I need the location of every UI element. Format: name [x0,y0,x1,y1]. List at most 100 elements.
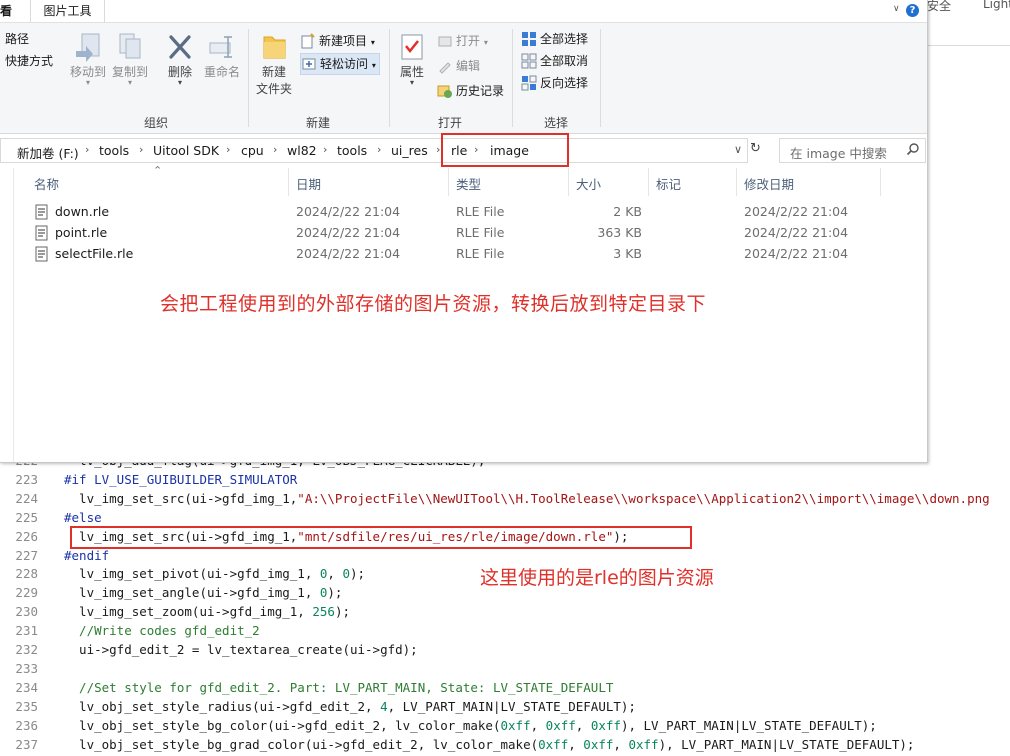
rename-button[interactable]: 重命名 [202,31,242,80]
navigation-pane[interactable] [0,168,14,462]
copy-to-icon [119,33,141,59]
code-token: ui->gfd_edit_2 = lv_textarea_create(ui->… [64,642,418,657]
breadcrumb-wl82[interactable]: wl82 [287,143,317,158]
column-divider[interactable] [288,168,289,196]
background-label-light[interactable]: Light [983,0,1010,11]
code-token: , LV_PART_MAIN|LV_STATE_DEFAULT); [387,698,636,714]
new-folder-label-1: 新建 [261,65,286,79]
chevron-right-icon[interactable]: › [85,143,89,156]
chevron-down-icon[interactable]: ∨ [893,4,903,14]
code-line[interactable]: 235 lv_obj_set_style_radius(ui->gfd_edit… [0,697,1010,716]
file-icon [35,225,48,241]
properties-button[interactable]: 属性 ▾ [394,31,430,87]
new-item-icon [300,32,316,49]
edit-label: 编辑 [456,59,481,73]
delete-button[interactable]: 删除 ▾ [162,31,198,87]
line-number: 230 [15,604,38,620]
column-name[interactable]: 名称 [34,174,59,193]
breadcrumb-tools[interactable]: tools [99,143,129,158]
background-label-security[interactable]: 安全 [927,0,951,14]
breadcrumb-cpu[interactable]: cpu [241,143,264,158]
code-line[interactable]: 237 lv_obj_set_style_bg_grad_color(ui->g… [0,735,1010,754]
chevron-right-icon[interactable]: › [273,143,277,156]
easy-access-label: 轻松访问 [320,57,369,71]
code-token: 0 [342,566,350,582]
ribbon-tab-bar: 看 图片工具 ∨ ? [0,0,927,23]
file-row[interactable]: down.rle 2024/2/22 21:04 RLE File 2 KB 2… [30,202,910,223]
chevron-right-icon[interactable]: › [436,143,440,156]
column-divider[interactable] [880,168,881,196]
breadcrumb-ui-res[interactable]: ui_res [391,143,428,158]
new-item-button[interactable]: 新建项目 ▾ [300,31,375,51]
breadcrumb-tools-2[interactable]: tools [337,143,367,158]
file-type: RLE File [456,204,505,219]
code-line[interactable]: 231 //Write codes gfd_edit_2 [0,621,1010,640]
edit-button[interactable]: 编辑 [437,56,480,76]
chevron-right-icon[interactable]: › [323,143,327,156]
refresh-icon[interactable]: ↻ [750,141,761,156]
column-date[interactable]: 日期 [296,174,321,193]
search-box[interactable]: 在 image 中搜索 [779,138,926,163]
line-number: 231 [15,623,38,639]
move-to-button[interactable]: 移动到 ▾ [68,31,108,87]
chevron-right-icon[interactable]: › [139,143,143,156]
code-text: lv_obj_set_style_radius(ui->gfd_edit_2, … [64,697,636,716]
code-line[interactable]: 232 ui->gfd_edit_2 = lv_textarea_create(… [0,640,1010,659]
column-divider[interactable] [448,168,449,196]
column-divider[interactable] [736,168,737,196]
column-tags[interactable]: 标记 [656,174,681,193]
address-bar[interactable]: 新加卷 (F:) › tools › Uitool SDK › cpu › wl… [0,138,748,163]
line-number: 235 [15,698,38,714]
column-modified[interactable]: 修改日期 [744,174,794,193]
code-line[interactable]: 236 lv_obj_set_style_bg_color(ui->gfd_ed… [0,716,1010,735]
paste-shortcut-label[interactable]: 快捷方式 [5,51,53,71]
code-text: lv_img_set_pivot(ui->gfd_img_1, 0, 0); [64,564,365,583]
select-all-button[interactable]: 全部选择 [521,29,588,49]
invert-selection-icon [521,75,537,91]
invert-selection-button[interactable]: 反向选择 [521,73,588,93]
chevron-right-icon[interactable]: › [377,143,381,156]
code-text: lv_img_set_zoom(ui->gfd_img_1, 256); [64,602,350,621]
group-new-label: 新建 [306,116,331,130]
history-button[interactable]: 历史记录 [437,81,504,101]
code-line[interactable]: 224 lv_img_set_src(ui->gfd_img_1,"A:\\Pr… [0,489,1010,508]
open-button[interactable]: 打开 ▾ [437,31,488,51]
code-line[interactable]: 234 //Set style for gfd_edit_2. Part: LV… [0,678,1010,697]
easy-access-button[interactable]: 轻松访问 ▾ [300,53,380,75]
file-row[interactable]: selectFile.rle 2024/2/22 21:04 RLE File … [30,244,910,265]
file-row[interactable]: point.rle 2024/2/22 21:04 RLE File 363 K… [30,223,910,244]
new-folder-button[interactable]: 新建 文件夹 [254,31,294,97]
line-number: 237 [15,736,38,752]
help-icon[interactable]: ? [906,4,919,17]
breadcrumb-drive[interactable]: 新加卷 (F:) [17,143,79,162]
column-divider[interactable] [568,168,569,196]
code-token: //Write codes gfd_edit_2 [64,623,260,639]
code-token: #else [64,509,102,525]
code-token: lv_obj_set_style_radius(ui->gfd_edit_2, [64,698,381,714]
tab-picture-tools[interactable]: 图片工具 [30,0,105,22]
tab-view[interactable]: 看 [0,2,12,19]
code-line[interactable]: 233 [0,659,1010,678]
code-line[interactable]: 230 lv_img_set_zoom(ui->gfd_img_1, 256); [0,602,1010,621]
sort-ascending-icon: ⌃ [153,164,163,177]
chevron-right-icon[interactable]: › [226,143,230,156]
select-none-button[interactable]: 全部取消 [521,51,588,71]
copy-path-label[interactable]: 路径 [5,29,29,49]
code-line[interactable]: 223 #if LV_USE_GUIBUILDER_SIMULATOR [0,470,1010,489]
column-size[interactable]: 大小 [576,174,601,193]
address-dropdown-icon[interactable]: ∨ [734,143,742,156]
highlight-box-code-line [70,526,692,549]
copy-to-button[interactable]: 复制到 ▾ [110,31,150,87]
ribbon-divider [248,29,249,127]
file-size: 2 KB [613,204,642,219]
line-number: 229 [15,585,38,601]
code-token: 0xff [538,736,569,752]
column-divider[interactable] [648,168,649,196]
file-type: RLE File [456,225,505,240]
code-line[interactable]: 225 #else [0,508,1010,527]
column-type[interactable]: 类型 [456,174,481,193]
code-token: //Set style for gfd_edit_2. Part: LV_PAR… [64,679,614,695]
open-label: 打开 [456,34,481,48]
breadcrumb-uitool-sdk[interactable]: Uitool SDK [153,143,219,158]
file-date: 2024/2/22 21:04 [296,246,401,261]
